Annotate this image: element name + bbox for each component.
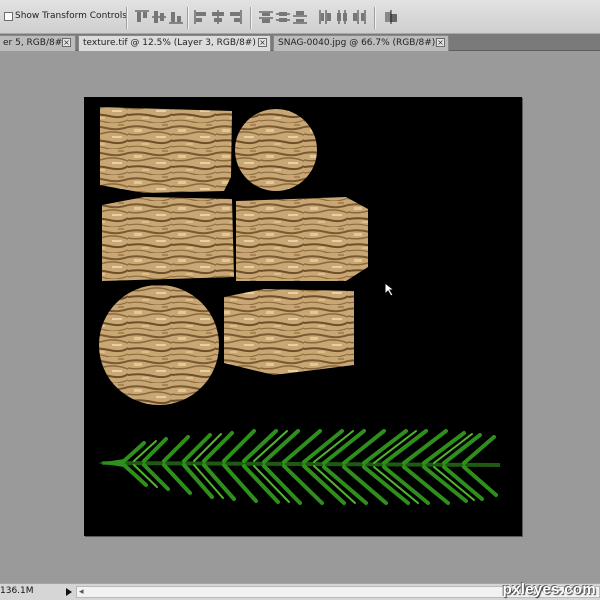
tab-snag-0040[interactable]: SNAG-0040.jpg @ 66.7% (RGB/8#) × [273, 35, 449, 51]
bark-texture-piece [102, 197, 234, 281]
align-right-edges-icon[interactable] [227, 9, 243, 25]
align-bottom-edges-icon[interactable] [168, 9, 184, 25]
distribute-left-edges-icon[interactable] [317, 9, 333, 25]
close-tab-icon[interactable]: × [436, 38, 445, 47]
bark-texture-hexagon [236, 197, 368, 281]
toolbar-separator [374, 7, 376, 29]
document-canvas[interactable] [84, 97, 522, 536]
watermark: pxleyes.com [502, 581, 596, 598]
align-top-edges-icon[interactable] [134, 9, 150, 25]
document-tab-bar: er 5, RGB/8#) × texture.tif @ 12.5% (Lay… [0, 34, 600, 51]
bark-texture-circle [235, 109, 317, 191]
tab-title: SNAG-0040.jpg @ 66.7% (RGB/8#) [278, 38, 436, 48]
options-bar: Show Transform Controls [0, 0, 600, 34]
bark-texture-piece [224, 289, 354, 375]
align-left-edges-icon[interactable] [193, 9, 209, 25]
auto-align-layers-icon[interactable] [383, 9, 399, 25]
distribute-horizontal-centers-icon[interactable] [334, 9, 350, 25]
bark-texture-piece [100, 107, 232, 193]
align-vertical-centers-icon[interactable] [151, 9, 167, 25]
show-transform-controls-checkbox[interactable] [4, 12, 13, 21]
show-transform-controls-label: Show Transform Controls [15, 11, 127, 21]
tab-layer5-document[interactable]: er 5, RGB/8#) × [0, 35, 76, 51]
status-menu-arrow-icon[interactable] [66, 588, 72, 596]
scroll-left-icon[interactable]: ◂ [79, 587, 84, 597]
tab-title: texture.tif @ 12.5% (Layer 3, RGB/8#) [83, 38, 256, 48]
tab-texture-tif[interactable]: texture.tif @ 12.5% (Layer 3, RGB/8#) × [78, 35, 271, 51]
toolbar-separator [126, 7, 128, 29]
distribute-vertical-centers-icon[interactable] [275, 9, 291, 25]
close-tab-icon[interactable]: × [258, 38, 267, 47]
document-size: 136.1M [0, 586, 34, 596]
distribute-right-edges-icon[interactable] [351, 9, 367, 25]
toolbar-separator [250, 7, 252, 29]
bark-texture-circle [99, 285, 219, 405]
move-cursor-icon [384, 281, 398, 302]
palm-leaf [98, 429, 501, 505]
align-horizontal-centers-icon[interactable] [210, 9, 226, 25]
tab-title: er 5, RGB/8#) [3, 38, 66, 48]
canvas-artwork [98, 107, 501, 505]
toolbar-separator [187, 7, 189, 29]
close-tab-icon[interactable]: × [62, 38, 71, 47]
distribute-bottom-edges-icon[interactable] [292, 9, 308, 25]
distribute-top-edges-icon[interactable] [258, 9, 274, 25]
